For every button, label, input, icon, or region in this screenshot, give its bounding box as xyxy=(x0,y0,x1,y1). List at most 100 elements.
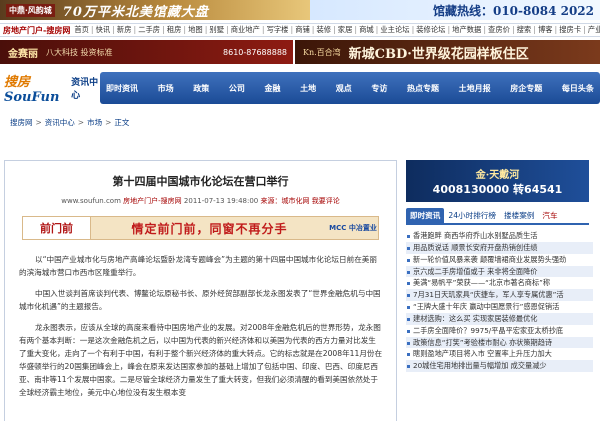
news-item[interactable]: 京六成二手房增值或于 来非将全面降价 xyxy=(406,265,593,278)
breadcrumb-item[interactable]: 搜房网 xyxy=(10,118,33,127)
section-nav-item[interactable]: 每日头条 xyxy=(562,83,594,94)
nav-link[interactable]: 查房价 xyxy=(488,25,510,34)
nav-link[interactable]: 写字楼 xyxy=(267,25,289,34)
nav-link[interactable]: 地图 xyxy=(188,25,203,34)
tab-item[interactable]: 24小时排行榜 xyxy=(444,208,500,223)
top-banner-ad[interactable]: 中鼎·风韵城 70万平米北美馆藏大盘 馆藏热线：010-8084 2022 xyxy=(0,0,600,20)
article-paragraph: 以“中国产业城市化与房地产高峰论坛暨卧龙湾专题峰会”为主题的第十四届中国城市化论… xyxy=(19,255,377,277)
section-nav-item[interactable]: 金融 xyxy=(265,83,281,94)
news-item[interactable]: 20城住宅用地排出量与幅增加 成交量减少 xyxy=(406,360,593,373)
breadcrumb-item[interactable]: 市场 xyxy=(87,118,102,127)
news-item[interactable]: 建材选购：这么买 实现家居装修最优化 xyxy=(406,312,593,325)
section-nav-item[interactable]: 市场 xyxy=(158,83,174,94)
tab-item[interactable]: 搂楼案例 xyxy=(500,208,538,223)
section-nav-item[interactable]: 房企专题 xyxy=(510,83,542,94)
news-item[interactable]: 美满“易帆平”荣获——“北京市著名商标”称 xyxy=(406,277,593,289)
meta-source[interactable]: 房地产门户-搜房网 xyxy=(123,197,182,205)
ad-left-sub: 八大科技 投资标准 xyxy=(46,47,113,57)
nav-link[interactable]: 装修 xyxy=(316,25,331,34)
nav-separator: | xyxy=(311,25,315,34)
nav-separator: | xyxy=(483,25,487,34)
meta-site[interactable]: www.soufun.com xyxy=(61,197,121,205)
nav-separator: | xyxy=(183,25,187,34)
news-item[interactable]: “王牌大盛十年庆 赢动中国愿景行”感恩促销活 xyxy=(406,301,593,313)
soufun-logo[interactable]: 搜房SouFun 资讯中心 xyxy=(0,67,100,109)
right-ad-line1: 金·天戴河 xyxy=(475,169,520,181)
nav-link[interactable]: 二手房 xyxy=(138,25,160,34)
logo-suffix: 资讯中心 xyxy=(71,78,99,101)
comment-link[interactable]: 我要评论 xyxy=(312,197,340,205)
article-paragraph: 龙永图表示，应该从全球的高度来看待中国房地产业的发展。对2008年金融危机后的世… xyxy=(19,323,383,397)
section-nav-item[interactable]: 观点 xyxy=(336,83,352,94)
ad-right[interactable]: Kn.百合湾 新城CBD·世界级花园样板住区 xyxy=(295,40,600,64)
right-tabs: 即时资讯 24小时排行榜 搂楼案例 汽车 xyxy=(406,208,589,225)
ad-left[interactable]: 金赛丽 八大科技 投资标准 8610-87688888 xyxy=(0,40,293,64)
nav-link[interactable]: 商铺 xyxy=(295,25,310,34)
nav-link[interactable]: 首页 xyxy=(74,25,89,34)
breadcrumb-separator: > xyxy=(105,118,112,127)
news-item[interactable]: 用品质说话 顺景长安府开盘热销创佳绩 xyxy=(406,241,593,254)
site-nav-links: 首页 | 快讯 | 新房 | 二手房 | 租房 | 地图 | 别墅 | 商业地产 | 写字楼 | 商铺 | 装修 | 家居 |… xyxy=(73,25,600,35)
top-banner-right[interactable]: 馆藏热线：010-8084 2022 xyxy=(310,0,600,20)
tab-item[interactable]: 汽车 xyxy=(538,208,561,223)
nav-link[interactable]: 商业地产 xyxy=(231,25,260,34)
news-item[interactable]: 政策信息“打笑”考验楼市耐心 亦状策期趋诗 xyxy=(406,336,593,349)
nav-separator: | xyxy=(411,25,415,34)
right-ad-line2: 4008130000 转64541 xyxy=(432,182,563,196)
nav-link[interactable]: 地产数据 xyxy=(452,25,481,34)
section-nav-item[interactable]: 土地 xyxy=(300,83,316,94)
nav-link[interactable]: 快讯 xyxy=(96,25,111,34)
nav-link[interactable]: 家居 xyxy=(338,25,353,34)
top-banner-left[interactable]: 中鼎·风韵城 70万平米北美馆藏大盘 xyxy=(0,0,310,20)
section-nav-item[interactable]: 专访 xyxy=(371,83,387,94)
article-box: 第十四届中国城市化论坛在营口举行 www.soufun.com 房地产门户-搜房… xyxy=(4,160,397,421)
banner-slogan: 70万平米北美馆藏大盘 xyxy=(62,4,209,20)
news-item[interactable]: 7月31日天玑家具“庆捷车，军人享专属优惠”活 xyxy=(406,289,593,302)
section-nav-item[interactable]: 热点专题 xyxy=(407,83,439,94)
news-item[interactable]: 新一轮价值风暴来袭 颠覆墙裙商业发展势头强劲 xyxy=(406,254,593,266)
nav-separator: | xyxy=(354,25,358,34)
breadcrumb-item[interactable]: 资讯中心 xyxy=(45,118,75,127)
nav-separator: | xyxy=(226,25,229,34)
article-ad-text: 情定前门前，同窗不再分手 xyxy=(131,221,288,236)
nav-separator: | xyxy=(290,25,294,34)
nav-link[interactable]: 博客 xyxy=(538,25,553,34)
news-item[interactable]: 瞎则盈地产项目将入市 空置率上升压力加大 xyxy=(406,348,593,360)
nav-link[interactable]: 搜房卡 xyxy=(559,25,581,34)
article-body: 以“中国产业城市化与房地产高峰论坛暨卧龙湾专题峰会”为主题的第十四届中国城市化论… xyxy=(19,253,383,407)
section-nav-item[interactable]: 土地月报 xyxy=(459,83,491,94)
nav-separator: | xyxy=(554,25,558,34)
news-item[interactable]: 二手房全面降价？9975/平晶平宏家亚太桥抄底 xyxy=(406,325,593,337)
nav-link[interactable]: 装修论坛 xyxy=(416,25,445,34)
nav-separator: | xyxy=(162,25,165,34)
nav-link[interactable]: 业主论坛 xyxy=(380,25,409,34)
nav-separator: | xyxy=(447,25,451,34)
nav-link[interactable]: 产业 xyxy=(588,25,600,34)
nav-link[interactable]: 别墅 xyxy=(209,25,224,34)
nav-link[interactable]: 租房 xyxy=(167,25,182,34)
section-header: 搜房SouFun 资讯中心 即时资讯 市场 政策 公司 金融 土地 观点 专访 热点专题 土地月报… xyxy=(0,67,600,109)
ad-row: 金赛丽 八大科技 投资标准 8610-87688888 Kn.百合湾 新城CBD… xyxy=(0,40,600,64)
nav-link[interactable]: 商城 xyxy=(359,25,374,34)
article-ad-badge: MCC 中冶置业 xyxy=(329,224,377,232)
site-brand[interactable]: 房地产门户-搜房网 xyxy=(3,25,70,36)
article-meta: www.soufun.com 房地产门户-搜房网 2011-07-13 19:4… xyxy=(5,196,396,206)
meta-origin: 来源：城市化网 xyxy=(260,197,310,205)
section-nav-item[interactable]: 公司 xyxy=(229,83,245,94)
section-nav-items: 即时资讯 市场 政策 公司 金融 土地 观点 专访 热点专题 土地月报 房企专题 每日头条 xyxy=(106,83,594,94)
article-ad-banner[interactable]: 前门前 情定前门前，同窗不再分手 MCC 中冶置业 xyxy=(22,216,379,240)
site-nav: 房地产门户-搜房网 首页 | 快讯 | 新房 | 二手房 | 租房 | 地图 | 别墅 | 商业地产 | 写字楼… xyxy=(0,23,600,37)
nav-link[interactable]: 搜索 xyxy=(517,25,532,34)
nav-separator: | xyxy=(261,25,265,34)
section-nav-item[interactable]: 政策 xyxy=(193,83,209,94)
news-item[interactable]: 香港跑畔 商西华府乔山水别墅品质生活 xyxy=(406,230,593,242)
article-paragraph: 中国入世谈判首席谈判代表、博鳌论坛原秘书长、原外经贸部副部长龙永图发表了“世界金… xyxy=(19,289,381,311)
article-title: 第十四届中国城市化论坛在营口举行 xyxy=(112,175,289,188)
breadcrumb-separator: > xyxy=(35,118,42,127)
nav-separator: | xyxy=(204,25,208,34)
tab-item[interactable]: 即时资讯 xyxy=(406,208,445,223)
nav-link[interactable]: 新房 xyxy=(117,25,132,34)
right-ad[interactable]: 金·天戴河 4008130000 转64541 xyxy=(406,160,589,202)
banner-logo: 中鼎·风韵城 xyxy=(6,3,55,17)
section-nav-item[interactable]: 即时资讯 xyxy=(106,83,138,94)
